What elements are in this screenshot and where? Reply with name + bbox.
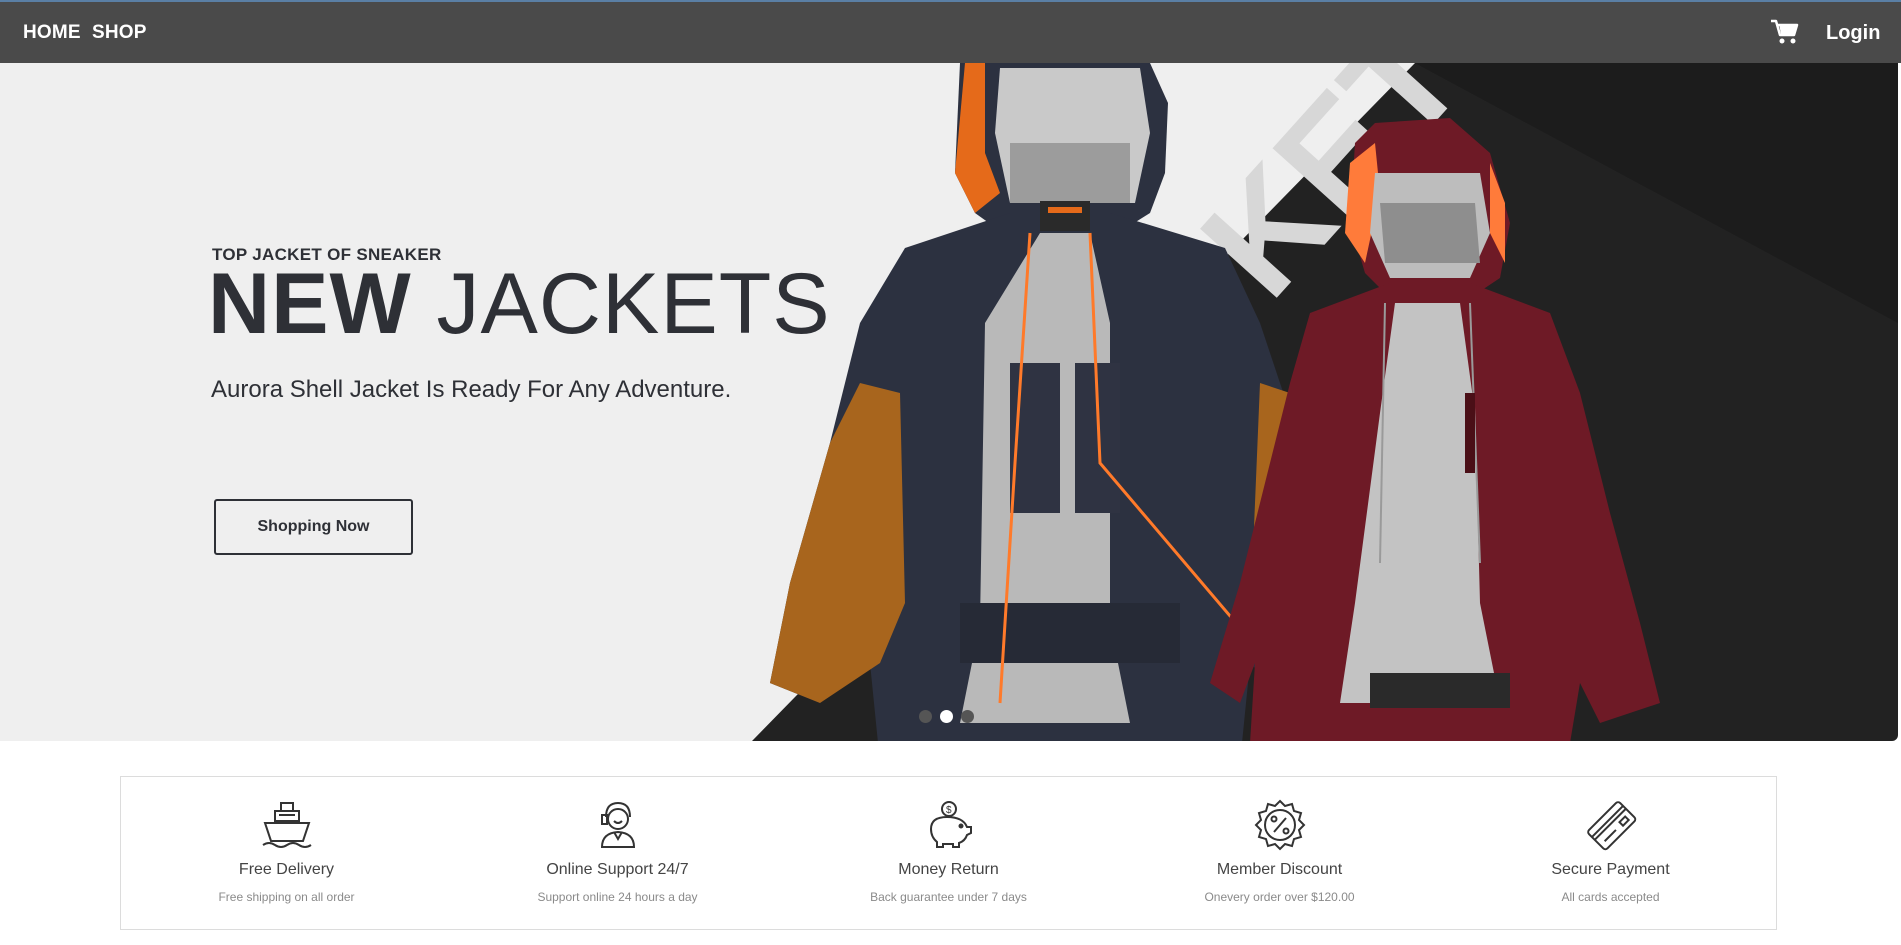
hero-title: NEW JACKETS — [208, 255, 831, 354]
feature-money-return: $ Money Return Back guarantee under 7 da… — [783, 777, 1114, 929]
feature-title: Money Return — [898, 861, 999, 878]
feature-desc: All cards accepted — [1561, 890, 1660, 904]
slider-dot-3[interactable] — [961, 710, 974, 723]
hero-subtitle: Aurora Shell Jacket Is Ready For Any Adv… — [211, 376, 732, 403]
feature-title: Member Discount — [1216, 861, 1343, 878]
feature-title: Secure Payment — [1551, 861, 1670, 878]
svg-text:$: $ — [946, 805, 952, 816]
cart-icon[interactable] — [1770, 18, 1800, 46]
feature-desc: Onevery order over $120.00 — [1204, 890, 1355, 904]
feature-desc: Support online 24 hours a day — [537, 890, 698, 904]
hero-title-light: JACKETS — [436, 256, 831, 352]
slider-dot-2[interactable] — [940, 710, 953, 723]
hero-slider: KET TOP JACKET OF SNEAKER NEW JACKETS Au… — [0, 63, 1898, 741]
feature-online-support: Online Support 24/7 Support online 24 ho… — [452, 777, 783, 929]
piggy-bank-icon: $ — [929, 801, 972, 848]
credit-card-icon — [1586, 801, 1636, 851]
support-agent-icon — [600, 801, 635, 848]
nav-shop-link[interactable]: SHOP — [92, 22, 147, 44]
discount-badge-icon — [1254, 799, 1305, 851]
hero-title-bold: NEW — [208, 256, 412, 352]
shopping-now-button[interactable]: Shopping Now — [214, 499, 413, 555]
top-navbar: HOME SHOP Login — [0, 0, 1901, 63]
feature-desc: Free shipping on all order — [218, 890, 355, 904]
features-bar: Free Delivery Free shipping on all order… — [120, 776, 1777, 930]
feature-title: Online Support 24/7 — [546, 861, 689, 878]
feature-title: Free Delivery — [238, 861, 335, 878]
feature-free-delivery: Free Delivery Free shipping on all order — [121, 777, 452, 929]
login-link[interactable]: Login — [1826, 22, 1880, 45]
feature-secure-payment: Secure Payment All cards accepted — [1445, 777, 1776, 929]
nav-home-link[interactable]: HOME — [23, 22, 81, 44]
feature-member-discount: Member Discount Onevery order over $120.… — [1114, 777, 1445, 929]
feature-desc: Back guarantee under 7 days — [870, 890, 1027, 904]
ship-icon — [261, 802, 312, 848]
slider-dots — [919, 710, 974, 723]
slider-dot-1[interactable] — [919, 710, 932, 723]
